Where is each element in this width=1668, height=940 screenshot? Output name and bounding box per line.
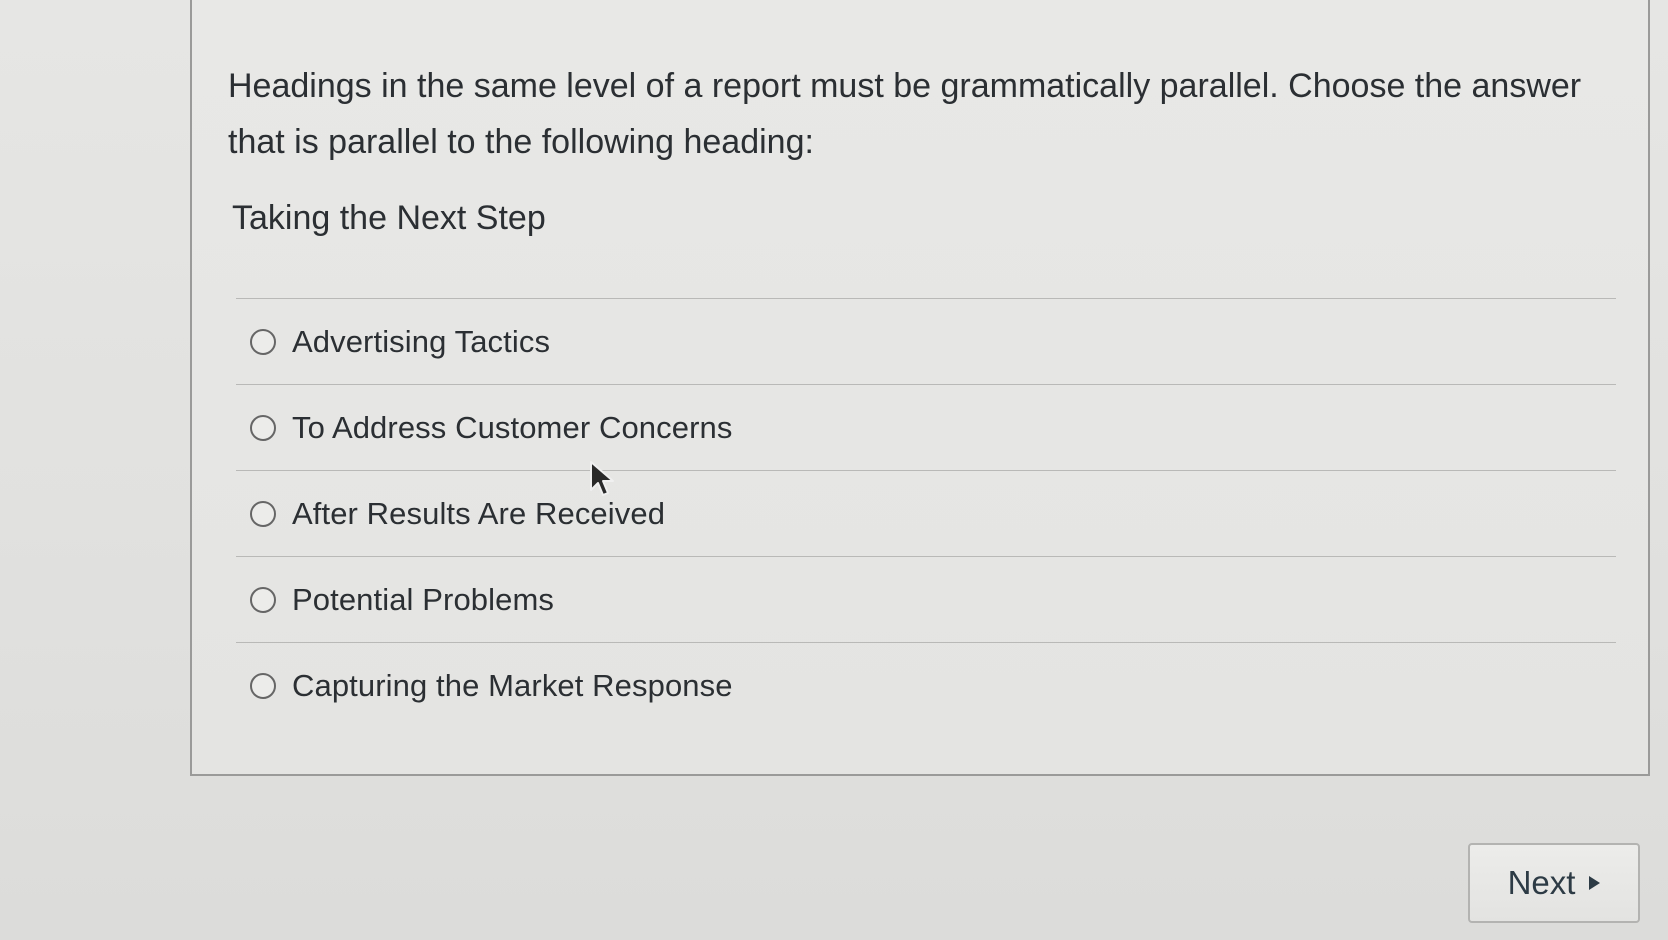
answer-label: Advertising Tactics	[292, 323, 551, 359]
answer-option-1[interactable]: Advertising Tactics	[236, 299, 1616, 385]
answer-option-5[interactable]: Capturing the Market Response	[236, 643, 1616, 729]
next-button-label: Next	[1507, 864, 1576, 901]
mouse-pointer-icon	[590, 461, 614, 496]
answer-option-3[interactable]: After Results Are Received	[236, 471, 1616, 557]
answer-option-4[interactable]: Potential Problems	[236, 557, 1616, 643]
answer-label: To Address Customer Concerns	[292, 409, 733, 445]
radio-button[interactable]	[250, 414, 276, 441]
radio-button[interactable]	[250, 673, 276, 699]
answer-list: Advertising Tactics To Address Customer …	[236, 298, 1616, 729]
answer-label: Capturing the Market Response	[292, 668, 733, 703]
answer-label: After Results Are Received	[292, 495, 666, 531]
play-arrow-right-icon	[1589, 876, 1601, 890]
radio-button[interactable]	[250, 586, 276, 613]
question-prompt: Headings in the same level of a report m…	[228, 67, 1582, 161]
example-heading: Taking the Next Step	[232, 199, 546, 237]
radio-button[interactable]	[250, 500, 276, 527]
answer-option-2[interactable]: To Address Customer Concerns	[236, 385, 1616, 471]
radio-button[interactable]	[250, 328, 276, 355]
question-card: Headings in the same level of a report m…	[190, 0, 1650, 776]
answer-label: Potential Problems	[292, 581, 554, 617]
next-button[interactable]: Next	[1468, 843, 1640, 923]
